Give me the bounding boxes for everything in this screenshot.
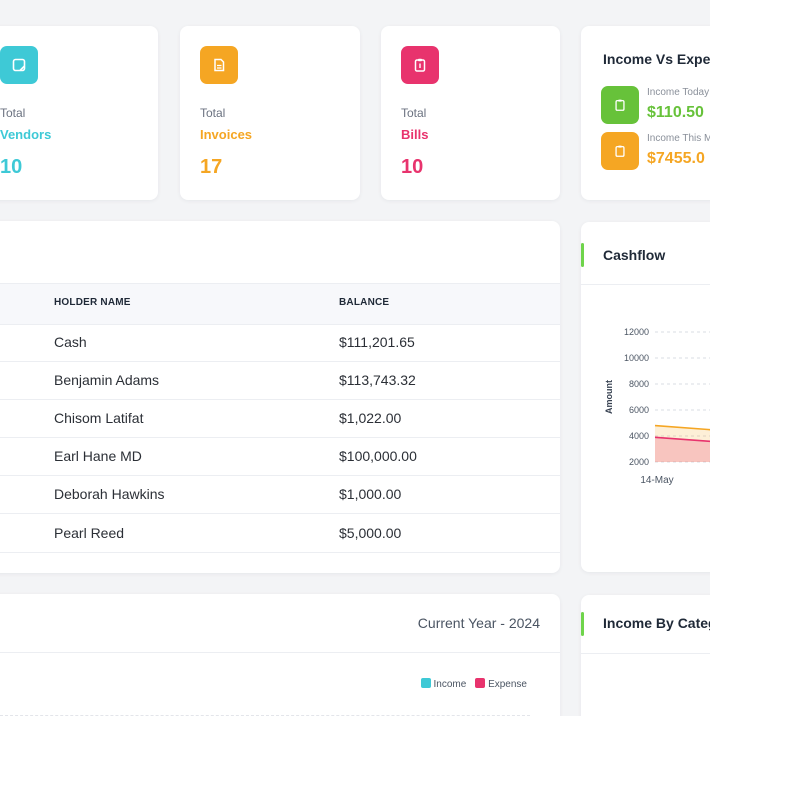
card-title: Income Vs Expen: [603, 51, 710, 67]
divider: [0, 652, 560, 653]
note-icon: [0, 46, 38, 84]
y-tick-label: 10000: [624, 353, 649, 363]
holder-name: Earl Hane MD: [54, 448, 142, 464]
legend-item-expense[interactable]: Expense: [475, 678, 527, 690]
balance: $113,743.32: [339, 372, 416, 388]
stat-caption: Total: [200, 106, 226, 120]
income-today-value: $110.50: [647, 104, 704, 121]
cashflow-card: Cashflow Amount 12000 10000 8000 6000 4000 200…: [581, 222, 710, 572]
stat-value-bills: 10: [401, 156, 424, 178]
accounts-table-card: HOLDER NAME BALANCE Cash $111,201.65 Ben…: [0, 221, 560, 573]
table-row[interactable]: Deborah Hawkins $1,000.00: [0, 475, 560, 514]
table-row[interactable]: Chisom Latifat $1,022.00: [0, 399, 560, 438]
card-title: Income By Categ: [603, 615, 710, 631]
divider: [581, 653, 710, 654]
balance: $5,000.00: [339, 525, 402, 541]
column-header-holder-name: HOLDER NAME: [54, 297, 131, 308]
table-row[interactable]: Earl Hane MD $100,000.00: [0, 437, 560, 476]
y-tick-label: 4000: [629, 431, 649, 441]
chart-legend: Income Expense: [420, 678, 527, 690]
gridline: [0, 715, 530, 716]
stat-label-invoices: Invoices: [200, 127, 253, 142]
vendors-stat-card[interactable]: Total Vendors 10: [0, 26, 158, 200]
legend-label: Expense: [488, 679, 527, 690]
stat-label-vendors: Vendors: [0, 127, 52, 142]
income-by-category-card: Income By Categ: [581, 595, 710, 716]
income-month-label: Income This M: [647, 133, 710, 144]
income-today-icon: [601, 86, 639, 124]
legend-swatch: [420, 678, 431, 688]
stat-value-invoices: 17: [200, 156, 223, 178]
balance: $111,201.65: [339, 334, 415, 350]
bills-stat-card[interactable]: Total Bills 10: [381, 26, 560, 200]
cashflow-chart: Amount 12000 10000 8000 6000 4000 2000 14-May: [604, 327, 710, 486]
dashboard-viewport: Total Vendors 10 Total Invoices 17 Total…: [0, 0, 710, 716]
accent-bar: [581, 612, 584, 636]
income-today-label: Income Today: [647, 87, 710, 98]
x-tick-label: 14-May: [640, 475, 673, 486]
column-header-balance: BALANCE: [339, 297, 390, 308]
stat-value-vendors: 10: [0, 156, 23, 178]
table-row[interactable]: Pearl Reed $5,000.00: [0, 514, 560, 553]
period-label: Current Year - 2024: [417, 615, 540, 631]
legend-item-income[interactable]: Income: [420, 678, 470, 690]
y-tick-label: 8000: [629, 379, 649, 389]
document-icon: [200, 46, 238, 84]
income-month-icon: [601, 132, 639, 170]
table-header: HOLDER NAME BALANCE: [0, 283, 560, 325]
y-tick-label: 2000: [629, 457, 649, 467]
holder-name: Benjamin Adams: [54, 372, 160, 388]
table-row[interactable]: Cash $111,201.65: [0, 323, 560, 362]
y-tick-label: 12000: [624, 327, 649, 337]
balance: $1,022.00: [339, 410, 402, 426]
income-vs-expense-card: Income Vs Expen Income Today $110.50 Inc…: [581, 26, 710, 200]
holder-name: Cash: [54, 334, 87, 350]
divider: [581, 284, 710, 285]
clipboard-icon: [401, 46, 439, 84]
y-tick-label: 6000: [629, 405, 649, 415]
stat-label-bills: Bills: [401, 127, 429, 142]
card-title: Cashflow: [603, 247, 666, 263]
yearly-income-expense-card: Current Year - 2024 Income Expense: [0, 594, 560, 716]
holder-name: Deborah Hawkins: [54, 486, 165, 502]
accent-bar: [581, 243, 584, 267]
invoices-stat-card[interactable]: Total Invoices 17: [180, 26, 360, 200]
balance: $100,000.00: [339, 448, 417, 464]
y-axis-title: Amount: [604, 380, 614, 414]
legend-label: Income: [433, 679, 467, 690]
holder-name: Chisom Latifat: [54, 410, 144, 426]
income-month-value: $7455.0: [647, 150, 705, 167]
legend-swatch: [475, 678, 486, 688]
stat-caption: Total: [0, 106, 26, 120]
holder-name: Pearl Reed: [54, 525, 125, 541]
balance: $1,000.00: [339, 486, 402, 502]
stat-caption: Total: [401, 106, 427, 120]
table-row[interactable]: Benjamin Adams $113,743.32: [0, 361, 560, 400]
